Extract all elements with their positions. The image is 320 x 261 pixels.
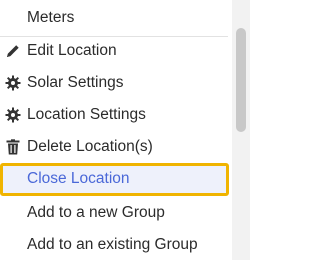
gear-icon [5, 107, 21, 123]
menu-item-label: Delete Location(s) [27, 138, 153, 155]
menu-item-label: Solar Settings [27, 74, 124, 91]
menu-item-label: Add to a new Group [27, 204, 165, 221]
menu-item-close-location[interactable]: Close Location [0, 163, 228, 195]
menu-item-label: Close Location [27, 170, 130, 187]
menu-item-label: Add to an existing Group [27, 236, 198, 253]
menu-item-label: Location Settings [27, 106, 146, 123]
context-menu: Meters Edit Location Solar Settings Loca… [0, 0, 250, 260]
menu-item-meters[interactable]: Meters [0, 2, 228, 34]
scrollbar-thumb[interactable] [236, 28, 246, 132]
menu-item-solar-settings[interactable]: Solar Settings [0, 67, 228, 99]
menu-item-edit-location[interactable]: Edit Location [0, 35, 228, 67]
menu-item-label: Edit Location [27, 42, 117, 59]
menu-item-add-existing-group[interactable]: Add to an existing Group [0, 229, 228, 261]
trash-icon [5, 139, 21, 155]
menu-item-location-settings[interactable]: Location Settings [0, 99, 228, 131]
menu-item-label: Meters [27, 9, 75, 26]
menu-item-delete-locations[interactable]: Delete Location(s) [0, 131, 228, 163]
gear-icon [5, 75, 21, 91]
menu-item-add-new-group[interactable]: Add to a new Group [0, 197, 228, 229]
pencil-icon [5, 43, 21, 59]
